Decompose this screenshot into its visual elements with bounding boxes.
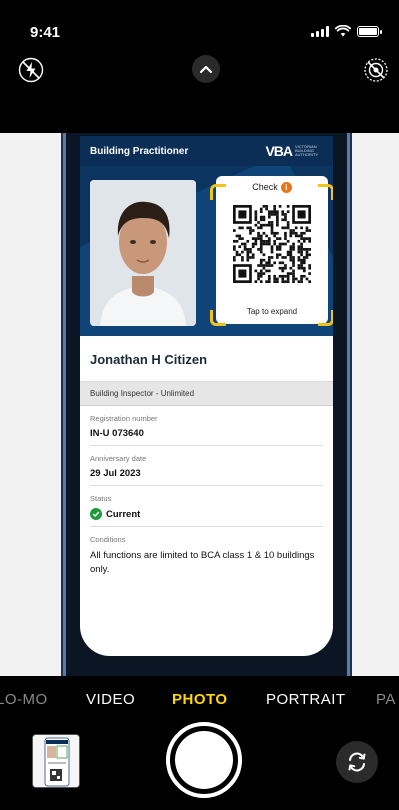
field-registration-number: Registration number IN-U 073640 bbox=[90, 406, 323, 446]
field-value: 29 Jul 2023 bbox=[90, 468, 141, 479]
camera-bottom-controls bbox=[0, 720, 399, 810]
qr-tap-label: Tap to expand bbox=[246, 307, 298, 316]
qr-check-label: Check bbox=[252, 182, 278, 192]
qr-code-panel[interactable]: Check i Tap to expand bbox=[210, 176, 333, 326]
photographed-phone: Building Practitioner VBA VICTORIAN BUIL… bbox=[63, 133, 350, 676]
chevron-up-icon bbox=[199, 65, 213, 74]
mode-slo-mo[interactable]: LO-MO bbox=[0, 691, 48, 708]
last-photo-thumbnail[interactable] bbox=[32, 734, 80, 788]
live-photo-off-icon[interactable] bbox=[363, 57, 389, 83]
card-title: Building Practitioner bbox=[90, 145, 189, 157]
field-conditions: Conditions All functions are limited to … bbox=[90, 527, 323, 583]
flash-off-icon[interactable] bbox=[18, 57, 44, 83]
battery-icon bbox=[357, 25, 382, 37]
person-portrait-icon bbox=[90, 180, 196, 326]
holder-photo bbox=[90, 180, 196, 326]
flip-camera-button[interactable] bbox=[336, 741, 378, 783]
mode-pano[interactable]: PA bbox=[376, 691, 396, 708]
field-status: Status Current bbox=[90, 486, 323, 527]
mode-photo[interactable]: PHOTO bbox=[172, 691, 228, 708]
vba-logo-text: VBA bbox=[265, 143, 293, 159]
cellular-signal-icon bbox=[311, 25, 329, 37]
status-value: Current bbox=[106, 508, 141, 520]
chevron-up-button[interactable] bbox=[192, 55, 220, 83]
camera-viewfinder: Building Practitioner VBA VICTORIAN BUIL… bbox=[0, 133, 399, 676]
qr-check-row: Check i bbox=[216, 182, 328, 194]
vba-logo-subtext: VICTORIAN BUILDING AUTHORITY bbox=[295, 144, 319, 157]
field-label: Status bbox=[90, 494, 112, 503]
status-icons bbox=[311, 25, 382, 37]
checkmark-icon bbox=[90, 508, 102, 520]
field-value: IN-U 073640 bbox=[90, 428, 144, 439]
shutter-inner bbox=[175, 731, 233, 789]
status-value-row: Current bbox=[90, 508, 323, 520]
role-label: Building Inspector - Unlimited bbox=[80, 382, 333, 406]
wifi-icon bbox=[335, 25, 351, 37]
card-header: Building Practitioner VBA VICTORIAN BUIL… bbox=[80, 136, 333, 166]
photo-thumbnail-icon bbox=[33, 735, 79, 787]
field-label: Registration number bbox=[90, 414, 158, 423]
field-anniversary-date: Anniversary date 29 Jul 2023 bbox=[90, 446, 323, 486]
status-bar: 9:41 bbox=[0, 0, 399, 50]
field-label: Anniversary date bbox=[90, 454, 147, 463]
qr-code-icon[interactable] bbox=[233, 202, 311, 286]
camera-mode-selector: LO-MO VIDEO PHOTO PORTRAIT PA bbox=[0, 676, 399, 720]
digital-licence-screen: Building Practitioner VBA VICTORIAN BUIL… bbox=[80, 136, 333, 656]
card-photo-section: Check i Tap to expand bbox=[80, 166, 333, 336]
holder-name: Jonathan H Citizen bbox=[80, 336, 333, 382]
camera-flip-icon bbox=[348, 752, 366, 772]
vba-logo: VBA VICTORIAN BUILDING AUTHORITY bbox=[265, 143, 323, 159]
info-icon[interactable]: i bbox=[280, 182, 292, 194]
status-time: 9:41 bbox=[30, 24, 61, 41]
mode-portrait[interactable]: PORTRAIT bbox=[266, 691, 346, 708]
field-value: All functions are limited to BCA class 1… bbox=[90, 550, 315, 575]
mode-video[interactable]: VIDEO bbox=[86, 691, 135, 708]
shutter-button[interactable] bbox=[166, 722, 242, 798]
field-label: Conditions bbox=[90, 535, 126, 544]
